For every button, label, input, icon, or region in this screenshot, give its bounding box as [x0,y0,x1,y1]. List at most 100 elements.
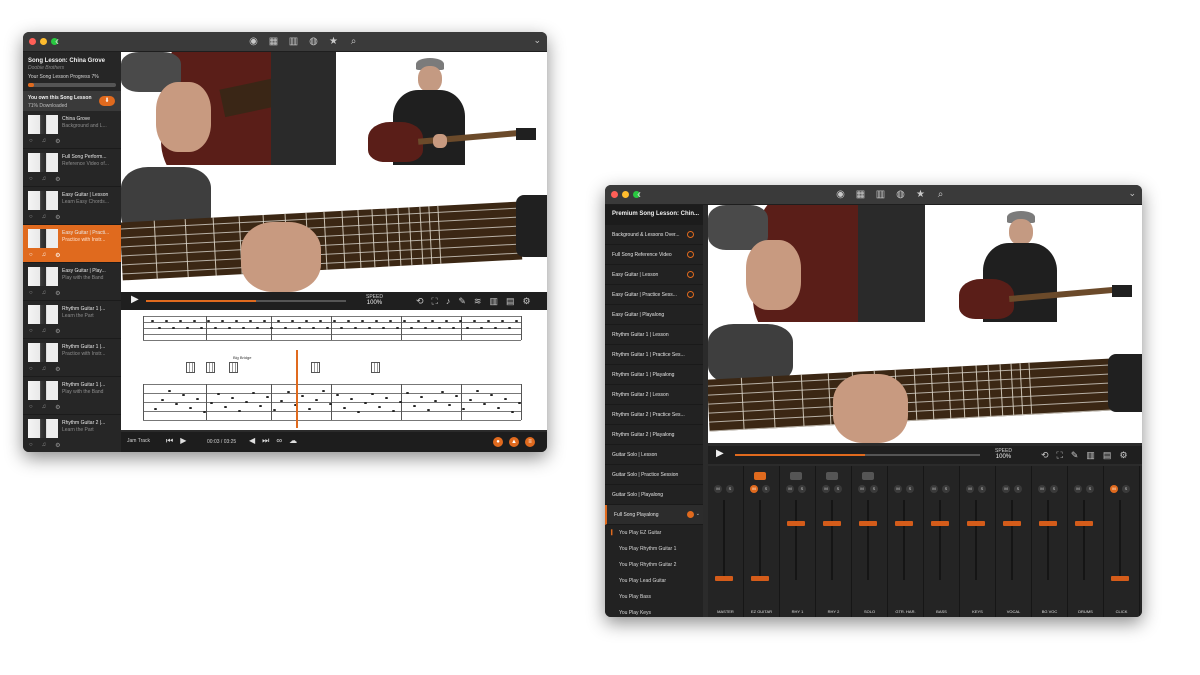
metronome-icon[interactable]: ▲ [509,437,519,447]
video-scrubber[interactable] [735,454,980,456]
search-icon[interactable]: ⌕ [348,36,359,47]
camera-icon[interactable] [862,472,874,480]
camera-icon[interactable] [826,472,838,480]
settings-icon[interactable]: ⚙ [55,290,60,297]
video-fretboard[interactable] [708,324,1142,443]
play-icon[interactable]: ▶ [131,294,139,305]
video-icon[interactable]: ○ [29,404,33,411]
loop-icon[interactable]: ∞ [276,436,282,446]
search-icon[interactable]: ⌕ [935,189,946,200]
lesson-list-item[interactable]: Rhythm Guitar 2 | Lesson [605,385,703,405]
video-full-body[interactable] [927,205,1142,322]
video-icon[interactable]: ○ [29,252,33,259]
lesson-list-item[interactable]: Rhythm Guitar 2 | Practice Ses... [605,405,703,425]
lesson-list-item[interactable]: Rhythm Guitar 2 | Playalong [605,425,703,445]
record-icon[interactable]: ● [493,437,503,447]
mute-button[interactable]: M [714,485,722,493]
solo-button[interactable]: S [906,485,914,493]
volume-fader[interactable] [859,521,877,526]
tuner-icon[interactable]: ◍ [308,36,319,47]
volume-fader[interactable] [1039,521,1057,526]
video-icon[interactable]: ○ [29,366,33,373]
close-dot[interactable] [29,38,36,45]
notation-icon[interactable]: ✎ [458,296,466,307]
lesson-list-item[interactable]: Guitar Solo | Lesson [605,445,703,465]
lesson-list-item[interactable]: Easy Guitar | Lesson [605,265,703,285]
tuner-icon[interactable]: ◍ [895,189,906,200]
mute-button[interactable]: M [786,485,794,493]
lesson-list-item[interactable]: Rhythm Guitar 1 | Practice Ses... [605,345,703,365]
rewind-icon[interactable]: ⏮ [166,436,173,446]
mute-button[interactable]: M [858,485,866,493]
speed-control[interactable]: SPEED 100% [366,294,383,306]
grid-icon[interactable]: ▦ [268,36,279,47]
video-icon[interactable]: ○ [29,176,33,183]
close-dot[interactable] [611,191,618,198]
solo-button[interactable]: S [978,485,986,493]
compass-icon[interactable]: ◉ [835,189,846,200]
lesson-list-item[interactable]: Rhythm Guitar 1 |... Learn the Part ○ ♫ ⚙ [23,301,121,339]
solo-button[interactable]: S [1122,485,1130,493]
music-note-icon[interactable]: ♫ [42,138,47,145]
settings-icon[interactable]: ⚙ [55,442,60,449]
minimize-dot[interactable] [622,191,629,198]
solo-button[interactable]: S [1014,485,1022,493]
mute-button[interactable]: M [1110,485,1118,493]
chevron-down-icon[interactable]: ⌄ [696,511,700,517]
mute-button[interactable]: M [750,485,758,493]
volume-fader[interactable] [823,521,841,526]
solo-button[interactable]: S [1050,485,1058,493]
video-scrubber[interactable] [146,300,346,302]
volume-fader[interactable] [751,576,769,581]
cloud-icon[interactable]: ☁ [289,436,297,446]
solo-button[interactable]: S [870,485,878,493]
minimize-dot[interactable] [40,38,47,45]
video-icon[interactable]: ○ [29,290,33,297]
video-icon[interactable]: ○ [29,442,33,449]
music-note-icon[interactable]: ♫ [42,290,47,297]
lesson-list-item[interactable]: Full Song Reference Video [605,245,703,265]
camera-icon[interactable] [790,472,802,480]
music-note-icon[interactable]: ♫ [42,366,47,373]
back-arrow-icon[interactable]: ‹ [55,34,59,48]
chevron-down-icon[interactable]: ⌄ [533,35,541,46]
mute-button[interactable]: M [966,485,974,493]
fullscreen-icon[interactable]: ⛶ [1057,450,1063,461]
lesson-list-item[interactable]: Rhythm Guitar 1 |... Play with the Band ○ ♫… [23,377,121,415]
library-icon[interactable]: ▥ [288,36,299,47]
volume-fader[interactable] [931,521,949,526]
settings-icon[interactable]: ⚙ [522,296,530,307]
speed-control[interactable]: SPEED 100% [995,448,1012,460]
chevron-down-icon[interactable]: ⌄ [1128,188,1136,199]
volume-fader[interactable] [715,576,733,581]
volume-fader[interactable] [967,521,985,526]
lesson-list-item[interactable]: Full Song Playalong ⌄ [605,505,703,525]
solo-button[interactable]: S [726,485,734,493]
mute-button[interactable]: M [822,485,830,493]
mixer-icon[interactable]: ≡ [525,437,535,447]
lesson-list-item[interactable]: China Grove Background and L... ○ ♫ ⚙ [23,111,121,149]
lesson-list-item[interactable]: Rhythm Guitar 2 |... Learn the Part ○ ♫ ⚙ [23,415,121,452]
solo-button[interactable]: S [942,485,950,493]
mute-button[interactable]: M [894,485,902,493]
playalong-option[interactable]: You Play Bass [605,589,703,605]
lesson-list-item[interactable]: Rhythm Guitar 1 | Lesson [605,325,703,345]
lesson-list-item[interactable]: Full Song Perform... Reference Video of..… [23,149,121,187]
video-closeup-right-hand[interactable] [708,205,925,322]
video-fretboard[interactable] [121,167,547,292]
window-controls[interactable] [611,191,640,198]
mute-button[interactable]: M [1002,485,1010,493]
settings-icon[interactable]: ⚙ [55,252,60,259]
lesson-list-item[interactable]: Guitar Solo | Practice Session [605,465,703,485]
music-note-icon[interactable]: ♫ [42,214,47,221]
skip-icon[interactable]: ⏭ [262,436,269,446]
settings-icon[interactable]: ⚙ [55,328,60,335]
keyboard-icon[interactable]: ▤ [1103,450,1112,461]
music-note-icon[interactable]: ♫ [42,404,47,411]
download-icon[interactable]: ⬇ [99,96,115,106]
keyboard-icon[interactable]: ▤ [506,296,515,307]
volume-fader[interactable] [787,521,805,526]
video-icon[interactable]: ○ [29,328,33,335]
camera-icon[interactable] [754,472,766,480]
lesson-list-item[interactable]: Rhythm Guitar 1 | Playalong [605,365,703,385]
